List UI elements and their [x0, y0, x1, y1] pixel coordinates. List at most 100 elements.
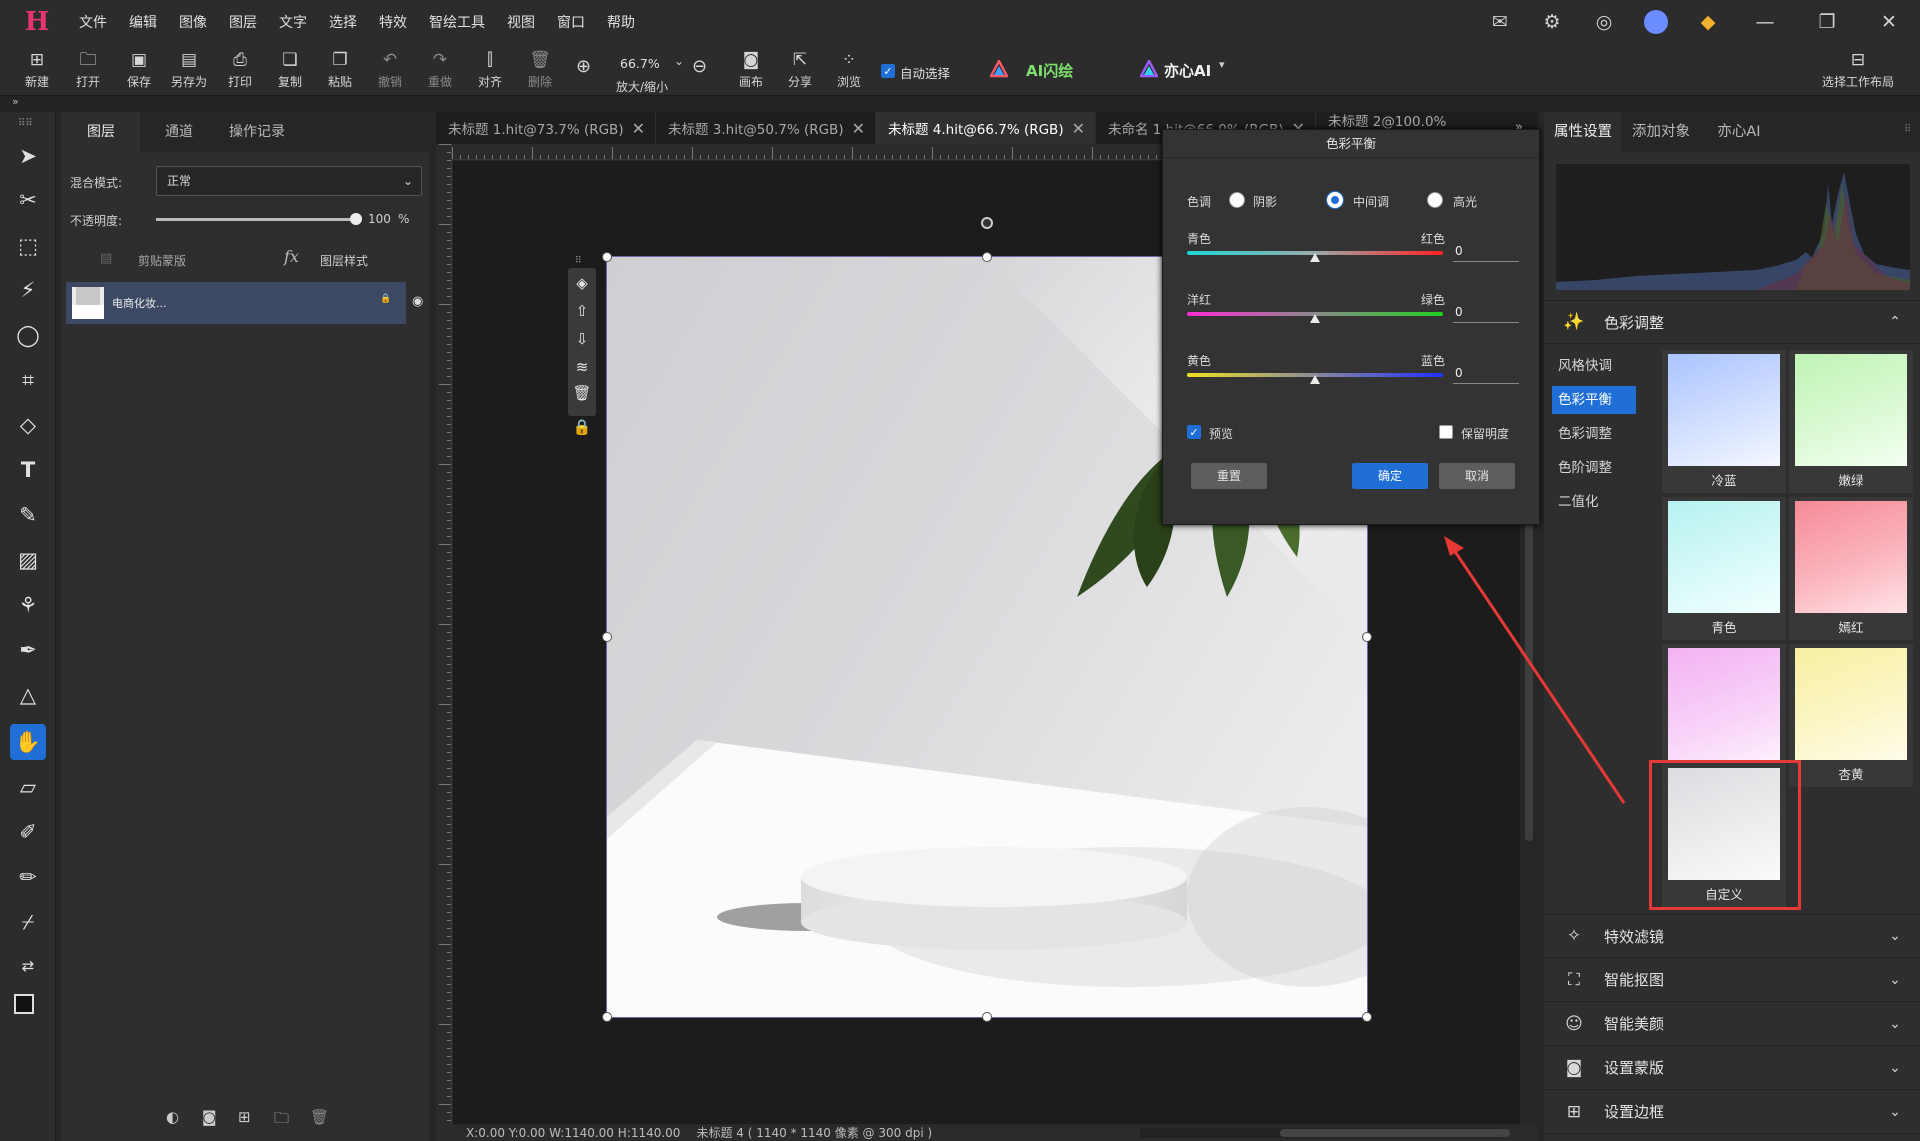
set-border-section[interactable]: ⊞ 设置边框 ⌄ — [1544, 1090, 1920, 1134]
menu-effects[interactable]: 特效 — [368, 12, 418, 32]
preset-rose-red[interactable]: 嫣红 — [1789, 497, 1913, 640]
preset-apricot[interactable]: 杏黄 — [1789, 644, 1913, 787]
layer-style-button[interactable]: 图层样式 — [320, 252, 368, 269]
save-button[interactable]: ▣ 保存 — [114, 49, 164, 93]
close-tab-icon[interactable]: ✕ — [1072, 119, 1085, 138]
workspace-layout-button[interactable]: ⊟ 选择工作布局 — [1822, 49, 1894, 93]
save-as-button[interactable]: ▤ 另存为 — [164, 49, 214, 93]
undo-button[interactable]: ↶ 撤销 — [365, 49, 415, 93]
tab-yixin-ai[interactable]: 亦心AI — [1700, 112, 1778, 152]
chevron-down-icon[interactable]: ⌄ — [1870, 928, 1920, 944]
brush-tool-icon[interactable]: ✎ — [10, 497, 46, 533]
close-tab-icon[interactable]: ✕ — [632, 119, 645, 138]
opacity-value[interactable]: 100 — [368, 212, 391, 226]
slider-thumb[interactable] — [1310, 375, 1320, 384]
menu-select[interactable]: 选择 — [318, 12, 368, 32]
menu-file[interactable]: 文件 — [68, 12, 118, 32]
eyedropper-tool-icon[interactable]: ⌿ — [10, 904, 46, 940]
tab-history[interactable]: 操作记录 — [218, 112, 296, 152]
resize-handle[interactable] — [602, 252, 612, 262]
move-tool-icon[interactable]: ➤ — [10, 138, 46, 174]
smart-cutout-section[interactable]: ⛶ 智能抠图 ⌄ — [1544, 958, 1920, 1002]
redo-button[interactable]: ↷ 重做 — [415, 49, 465, 93]
chevron-down-icon[interactable]: ⌄ — [1870, 1016, 1920, 1032]
tab-channels[interactable]: 通道 — [140, 112, 218, 152]
cancel-button[interactable]: 取消 — [1439, 463, 1515, 489]
delete-layer-icon[interactable]: 🗑 — [310, 1108, 329, 1126]
category-color-adjust[interactable]: 色彩调整 — [1552, 420, 1636, 448]
pencil-tool-icon[interactable]: ✏ — [10, 859, 46, 895]
zoom-out-icon[interactable]: ⊖ — [692, 56, 707, 77]
send-backward-icon[interactable]: ⇩ — [568, 326, 596, 352]
zoom-in-icon[interactable]: ⊕ — [576, 56, 591, 77]
settings-icon[interactable]: ⚙ — [1526, 0, 1578, 44]
set-mask-section[interactable]: ◙ 设置蒙版 ⌄ — [1544, 1046, 1920, 1090]
magic-wand-icon[interactable]: ⚡ — [10, 272, 46, 308]
menu-view[interactable]: 视图 — [496, 12, 546, 32]
avatar[interactable] — [1630, 0, 1682, 44]
keep-luminosity-checkbox[interactable] — [1439, 425, 1453, 439]
panel-grip-icon[interactable]: ⠿ — [1904, 124, 1911, 135]
lock-icon[interactable]: 🔒 — [568, 414, 596, 440]
ok-button[interactable]: 确定 — [1352, 463, 1428, 489]
preview-checkbox[interactable]: ✓ — [1187, 425, 1201, 439]
float-grip-icon[interactable]: ⠿ — [575, 256, 582, 266]
tab-properties[interactable]: 属性设置 — [1544, 112, 1622, 152]
new-layer-icon[interactable]: ⊞ — [238, 1108, 251, 1126]
crop-tool-icon[interactable]: ⌗ — [10, 362, 46, 398]
menu-text[interactable]: 文字 — [268, 12, 318, 32]
eraser-tool-icon[interactable]: ▨ — [10, 542, 46, 578]
category-levels[interactable]: 色阶调整 — [1552, 454, 1636, 482]
text-tool-icon[interactable]: T — [10, 452, 46, 488]
menu-window[interactable]: 窗口 — [546, 12, 596, 32]
browse-button[interactable]: ⁘ 浏览 — [824, 49, 874, 93]
pen-tool-icon[interactable]: ✒ — [10, 632, 46, 668]
align-button[interactable]: ⫿ 对齐 — [465, 49, 515, 93]
smudge-tool-icon[interactable]: ✐ — [10, 814, 46, 850]
layers-stack-icon[interactable]: ◈ — [568, 270, 596, 296]
preset-cyan[interactable]: 青色 — [1662, 497, 1786, 640]
effects-filter-section[interactable]: ✧ 特效滤镜 ⌄ — [1544, 914, 1920, 958]
lasso-tool-icon[interactable]: ◯ — [10, 317, 46, 353]
menu-layer[interactable]: 图层 — [218, 12, 268, 32]
close-tab-icon[interactable]: ✕ — [852, 119, 865, 138]
resize-handle[interactable] — [1362, 1012, 1372, 1022]
menu-help[interactable]: 帮助 — [596, 12, 646, 32]
yixin-ai-dropdown-icon[interactable]: ▾ — [1219, 58, 1225, 71]
gem-icon[interactable]: ◆ — [1682, 0, 1734, 44]
clip-mask-button[interactable]: 剪贴蒙版 — [138, 252, 186, 269]
fill-tool-icon[interactable]: ◇ — [10, 407, 46, 443]
close-icon[interactable]: ✕ — [1858, 0, 1920, 44]
radio-midtones[interactable] — [1327, 192, 1343, 208]
mask-icon[interactable]: ◙ — [202, 1108, 217, 1126]
shape-tool-icon[interactable]: △ — [10, 677, 46, 713]
resize-handle[interactable] — [982, 252, 992, 262]
auto-select-checkbox[interactable]: ✓ — [881, 64, 895, 78]
restore-icon[interactable]: ❐ — [1796, 0, 1858, 44]
print-button[interactable]: ⎙ 打印 — [215, 49, 265, 93]
yellow-blue-value[interactable]: 0 — [1453, 366, 1519, 384]
cyan-red-value[interactable]: 0 — [1453, 244, 1519, 262]
delete-button[interactable]: 🗑 删除 — [515, 49, 565, 93]
arrange-icon[interactable]: ≋ — [568, 354, 596, 380]
clone-tool-icon[interactable]: ⚘ — [10, 587, 46, 623]
swap-colors-icon[interactable]: ⇄ — [10, 948, 46, 984]
slider-thumb[interactable] — [1310, 314, 1320, 323]
preset-tender-green[interactable]: 嫩绿 — [1789, 350, 1913, 493]
paste-button[interactable]: ❐ 粘贴 — [315, 49, 365, 93]
share-button[interactable]: ⇱ 分享 — [775, 49, 825, 93]
yellow-blue-slider[interactable] — [1187, 373, 1443, 384]
chevron-down-icon[interactable]: ⌄ — [1870, 1060, 1920, 1076]
doc-tab[interactable]: 未标题 3.hit@50.7% (RGB) ✕ — [656, 112, 876, 144]
layer-row[interactable]: 电商化妆... 🔒 — [66, 282, 406, 324]
open-button[interactable]: 🗀 打开 — [63, 49, 113, 93]
slider-thumb[interactable] — [1310, 253, 1320, 262]
mail-icon[interactable]: ✉ — [1474, 0, 1526, 44]
transform-tool-icon[interactable]: ▱ — [10, 769, 46, 805]
yixin-ai-button[interactable]: 亦心AI — [1164, 60, 1211, 81]
minimize-icon[interactable]: — — [1734, 0, 1796, 44]
opacity-slider-thumb[interactable] — [350, 213, 362, 225]
doc-tab-active[interactable]: 未标题 4.hit@66.7% (RGB) ✕ — [876, 112, 1096, 144]
resize-handle[interactable] — [602, 632, 612, 642]
magenta-green-slider[interactable] — [1187, 312, 1443, 323]
